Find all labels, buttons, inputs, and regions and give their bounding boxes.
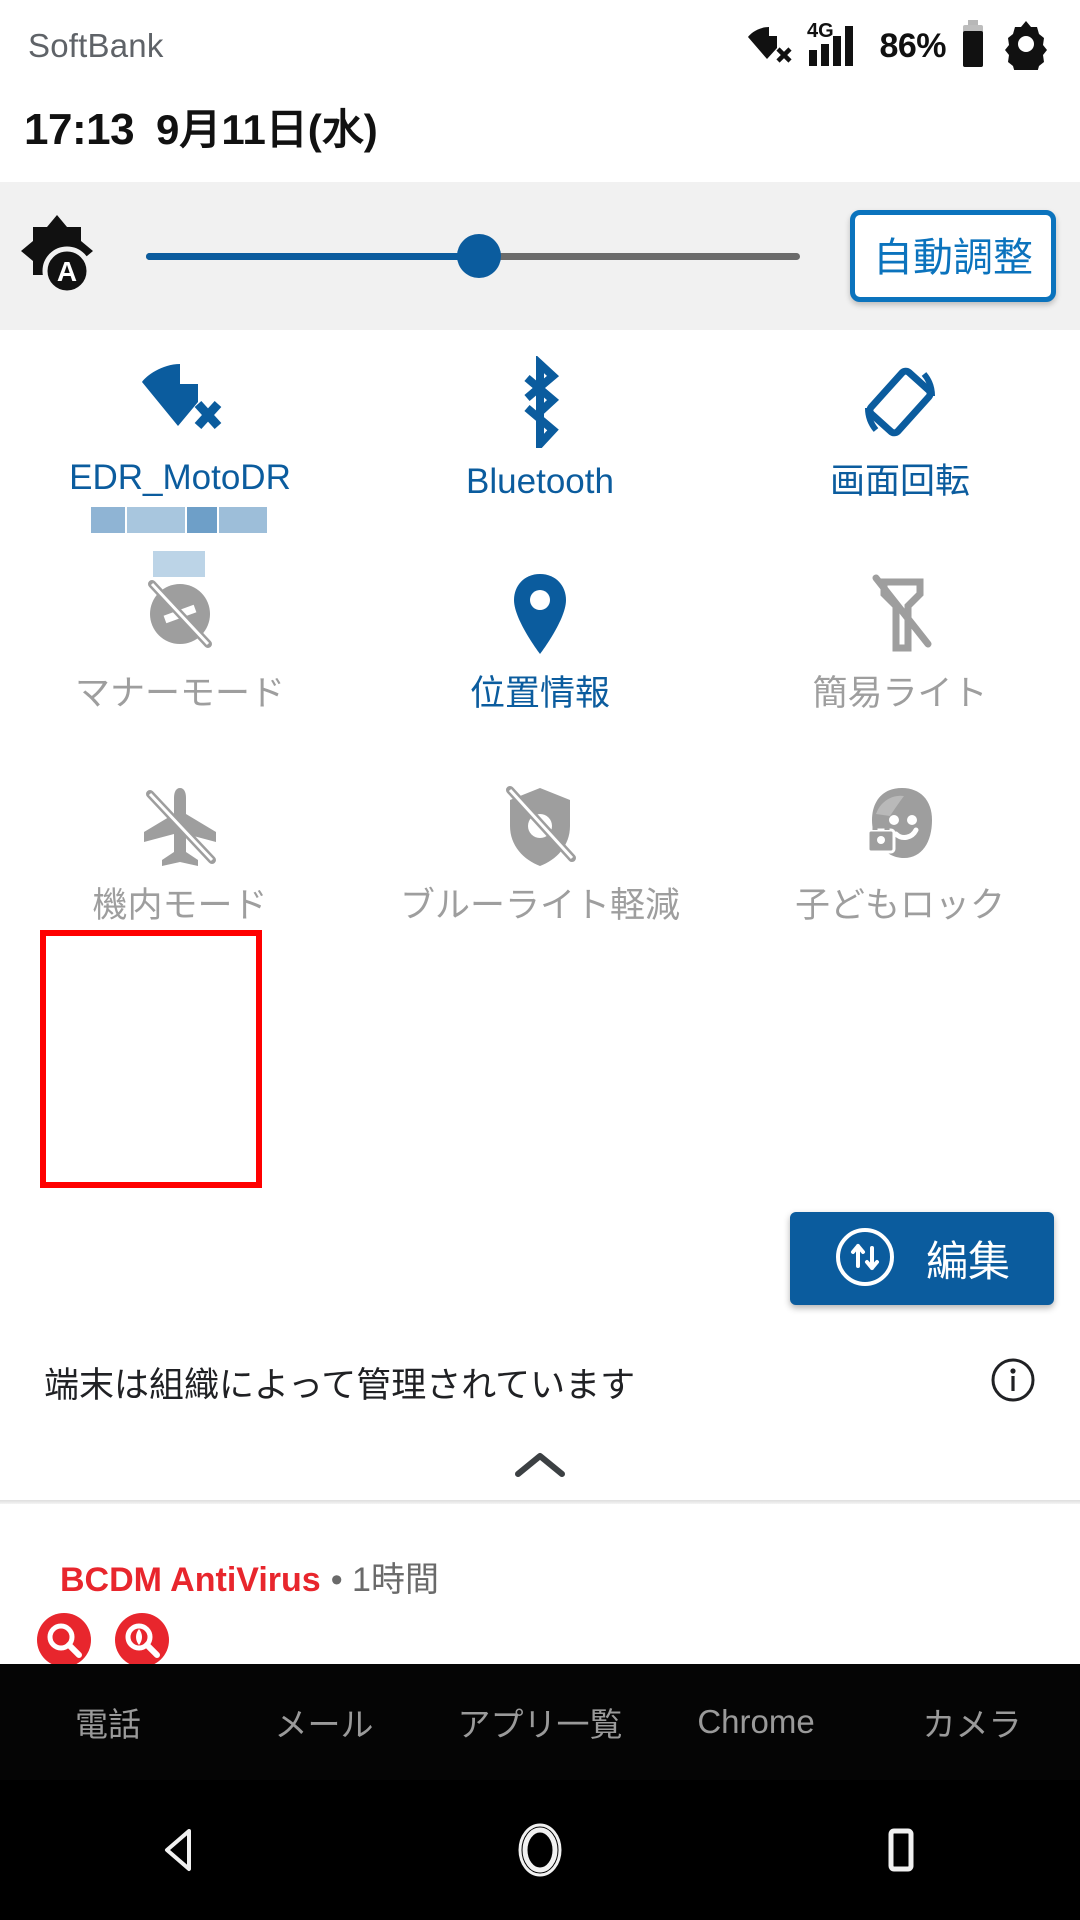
notification-time: • 1時間: [330, 1561, 439, 1599]
tile-label: Bluetooth: [466, 462, 614, 501]
battery-icon: [960, 19, 986, 73]
edit-button-label: 編集: [925, 1238, 1010, 1285]
tile-bluetooth[interactable]: Bluetooth: [360, 330, 720, 542]
chevron-up-icon[interactable]: [512, 1448, 568, 1487]
tile-label: 位置情報: [469, 674, 610, 713]
tile-label: 子どもロック: [794, 886, 1005, 925]
blue-light-filter-off-icon: [494, 780, 586, 872]
notification-header: BCDM AntiVirus • 1時間: [60, 1552, 439, 1601]
edit-row: 編集: [0, 1212, 1080, 1305]
dock-label: 電話: [75, 1706, 141, 1743]
tile-screen-rotation[interactable]: 画面回転: [720, 330, 1080, 542]
auto-brightness-icon: A: [0, 213, 120, 299]
back-icon[interactable]: [120, 1790, 240, 1910]
notification-app-name: BCDM AntiVirus: [60, 1561, 321, 1599]
notification-item[interactable]: BCDM AntiVirus • 1時間: [0, 1520, 1080, 1667]
carrier-label: SoftBank: [28, 27, 164, 64]
status-bar: SoftBank 4G 86%: [0, 0, 1080, 92]
quick-settings-tiles: EDR_MotoDR Bluetooth 画面回転 マナーモード 位置情報 簡易…: [0, 330, 1080, 966]
dock-item-mail[interactable]: メール: [216, 1698, 432, 1746]
brightness-panel: A 自動調整: [0, 182, 1080, 330]
tile-label: 機内モード: [92, 886, 268, 925]
tile-blue-light-filter[interactable]: ブルーライト軽減: [360, 754, 720, 966]
silent-mode-icon: [134, 568, 226, 660]
tile-flashlight[interactable]: 簡易ライト: [720, 542, 1080, 754]
tile-wifi[interactable]: EDR_MotoDR: [0, 330, 360, 577]
dock-item-app-list[interactable]: アプリ一覧: [432, 1698, 648, 1746]
dock-label: カメラ: [922, 1706, 1022, 1743]
collapse-handle[interactable]: [0, 1432, 1080, 1502]
tile-label: 画面回転: [829, 462, 970, 501]
tile-row: マナーモード 位置情報 簡易ライト: [0, 542, 1080, 754]
airplane-mode-off-icon: [134, 780, 226, 872]
managed-device-text: 端末は組織によって管理されています: [44, 1365, 636, 1405]
status-icons: 4G 86%: [747, 18, 1052, 79]
tile-location[interactable]: 位置情報: [360, 542, 720, 754]
bluetooth-icon: [505, 356, 575, 448]
gear-icon[interactable]: [1000, 18, 1052, 79]
tile-child-lock[interactable]: 子どもロック: [720, 754, 1080, 966]
signal-4g-icon: 4G: [807, 20, 865, 73]
svg-text:A: A: [57, 256, 77, 287]
navigation-bar: [0, 1780, 1080, 1920]
recents-icon[interactable]: [840, 1790, 960, 1910]
panel-divider: [0, 1500, 1080, 1504]
tile-label: ブルーライト軽減: [399, 886, 680, 925]
flashlight-off-icon: [858, 568, 942, 660]
tile-silent-mode[interactable]: マナーモード: [0, 542, 360, 754]
battery-percent-label: 86%: [879, 26, 946, 65]
clock-time: 17:13: [24, 105, 135, 154]
tile-label: 簡易ライト: [812, 674, 988, 713]
dock-item-camera[interactable]: カメラ: [864, 1698, 1080, 1746]
location-pin-icon: [504, 568, 576, 660]
slider-fill: [146, 252, 479, 260]
brightness-slider[interactable]: [120, 234, 828, 278]
tile-label: マナーモード: [74, 674, 285, 713]
edit-button[interactable]: 編集: [789, 1212, 1054, 1305]
tile-row: EDR_MotoDR Bluetooth 画面回転: [0, 330, 1080, 577]
annotation-highlight-airplane-mode: [40, 930, 262, 1188]
home-dock: 電話 メール アプリ一覧 Chrome カメラ: [0, 1664, 1080, 1780]
info-icon[interactable]: [990, 1357, 1036, 1408]
wifi-off-icon: [747, 23, 793, 70]
auto-brightness-button[interactable]: 自動調整: [850, 210, 1056, 302]
svg-text:4G: 4G: [807, 20, 834, 42]
clock-row: 17:13 9月11日(水): [24, 96, 378, 157]
child-lock-icon: [854, 780, 946, 872]
slider-thumb[interactable]: [456, 234, 501, 278]
dock-label: メール: [274, 1706, 374, 1743]
dock-item-phone[interactable]: 電話: [0, 1698, 216, 1746]
managed-device-notice[interactable]: 端末は組織によって管理されています: [0, 1340, 1080, 1424]
wifi-off-icon: [134, 356, 226, 444]
reorder-arrows-icon: [834, 1226, 896, 1291]
dock-label: Chrome: [697, 1703, 815, 1740]
screen-rotation-icon: [854, 356, 946, 448]
home-icon[interactable]: [480, 1790, 600, 1910]
dock-item-chrome[interactable]: Chrome: [648, 1703, 864, 1741]
dock-label: アプリ一覧: [457, 1706, 623, 1743]
quick-settings-screen: SoftBank 4G 86% 17:13 9月11日(水) A 自動調整 ED…: [0, 0, 1080, 1920]
clock-date: 9月11日(水): [156, 106, 378, 153]
